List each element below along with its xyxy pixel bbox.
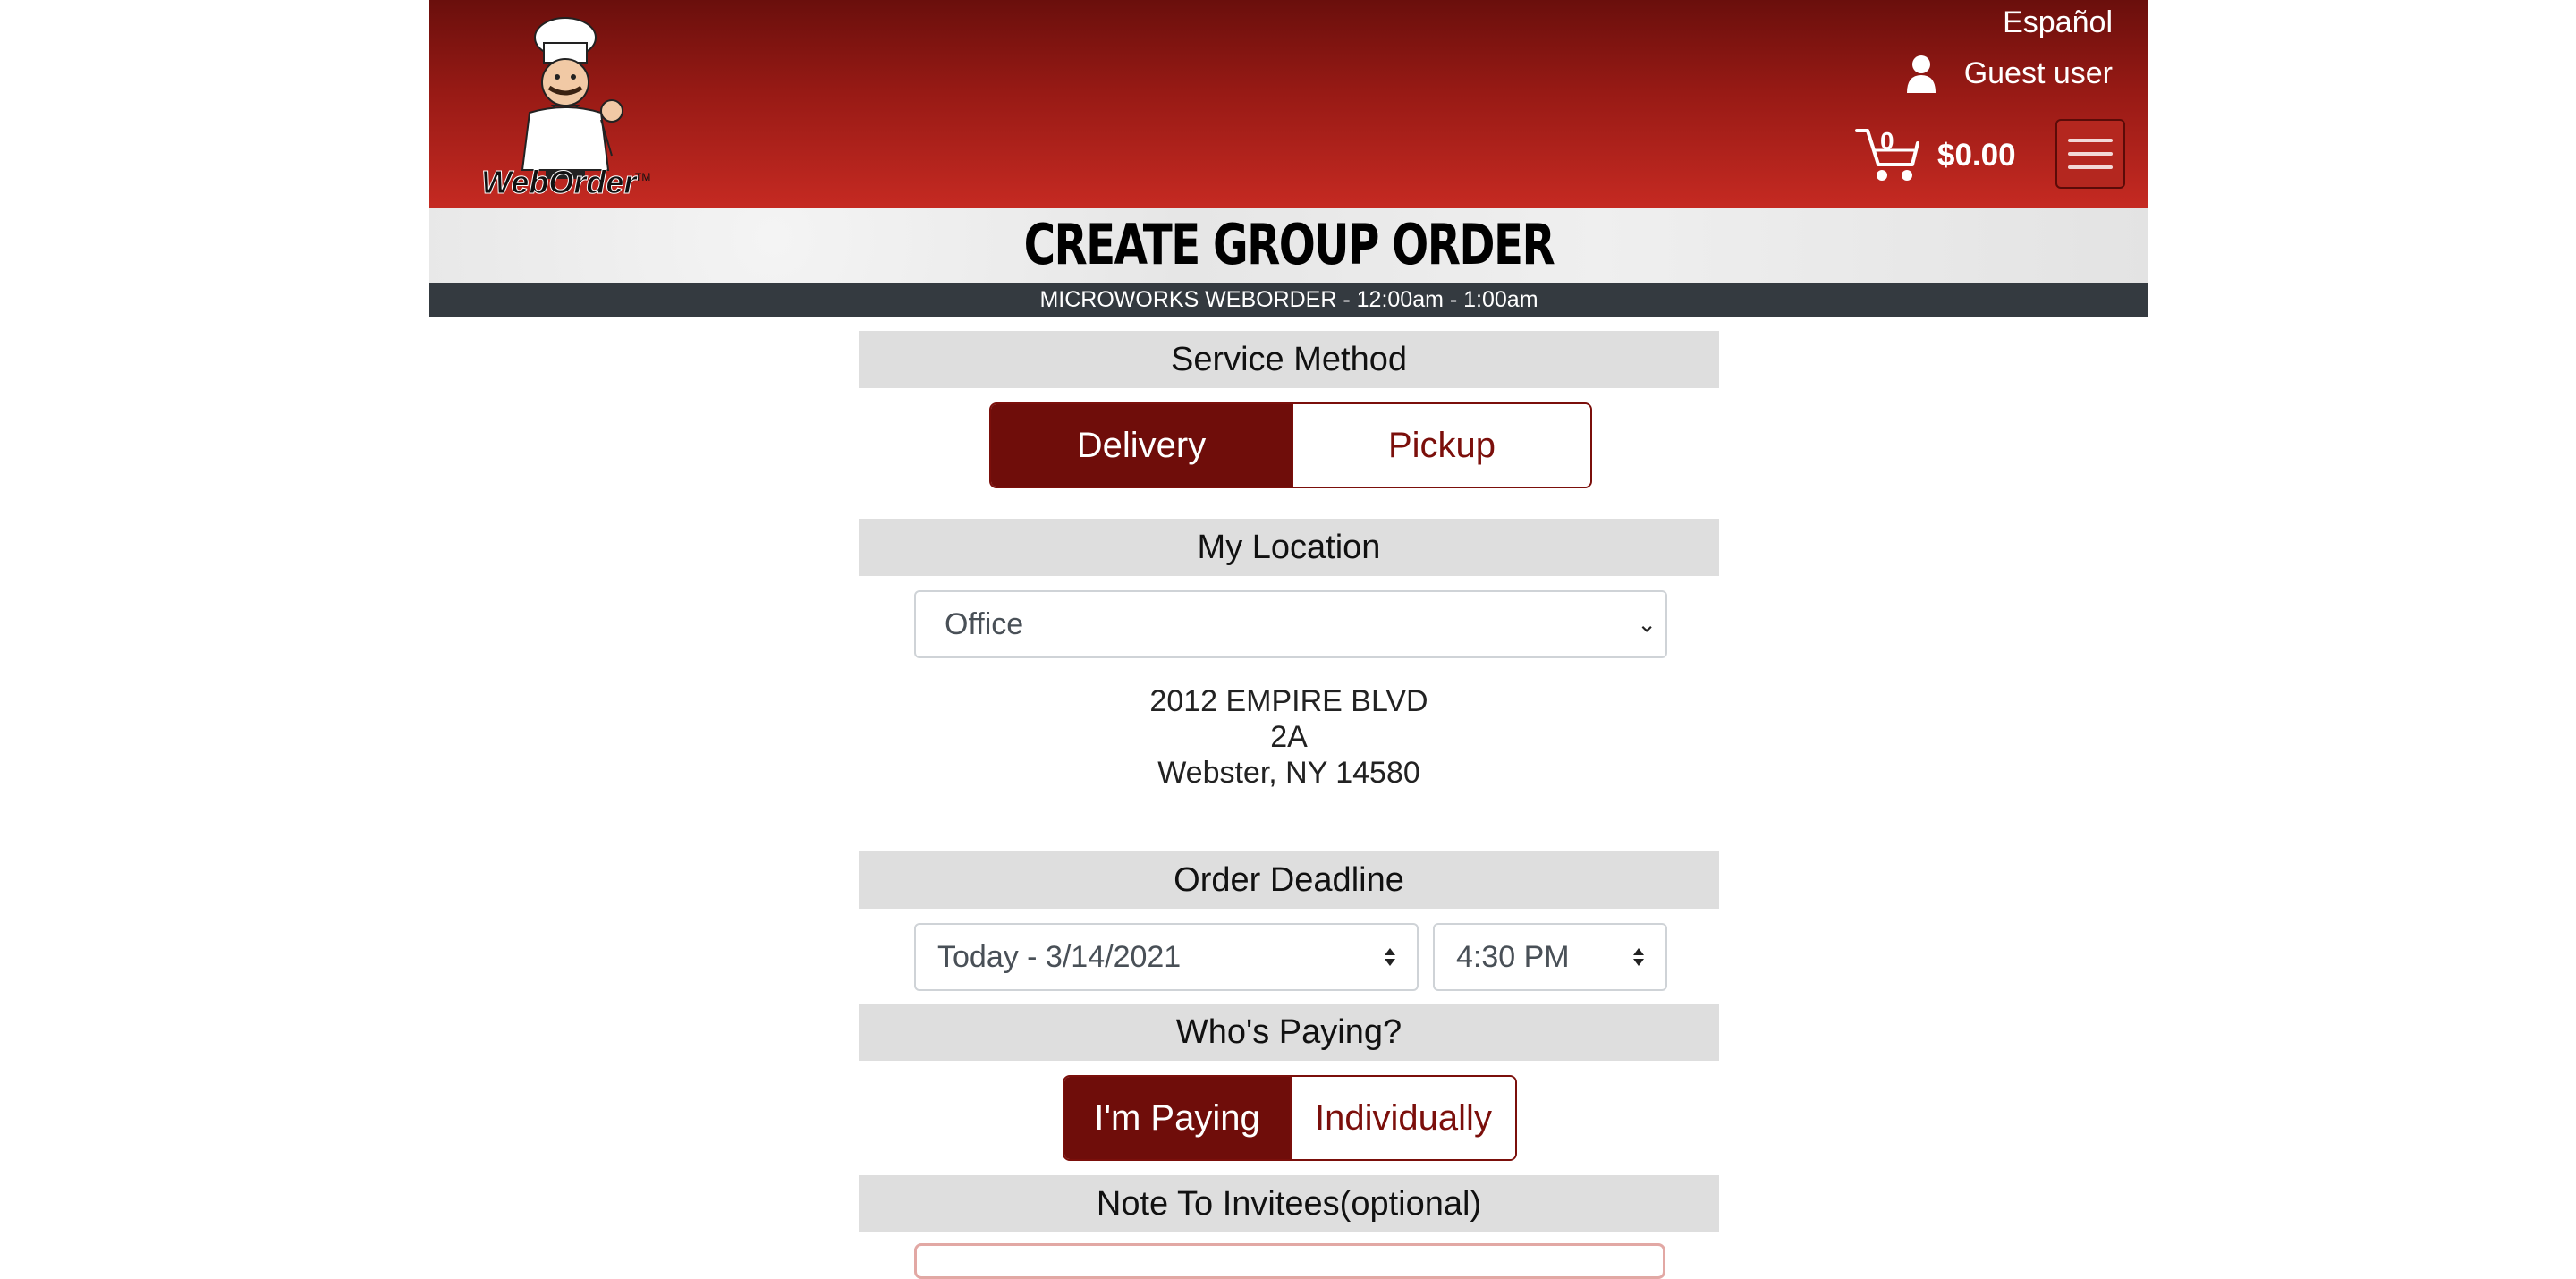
cart-total[interactable]: $0.00 bbox=[1937, 138, 2016, 174]
site-header: WebOrder TM Español Guest user 0 $0.00 bbox=[429, 0, 2148, 208]
language-link[interactable]: Español bbox=[2003, 5, 2113, 40]
deadline-date-value: Today - 3/14/2021 bbox=[937, 939, 1182, 974]
address-line: Webster, NY 14580 bbox=[1157, 756, 1420, 790]
cart-count: 0 bbox=[1880, 127, 1894, 155]
im-paying-button[interactable]: I'm Paying bbox=[1064, 1077, 1290, 1159]
my-location-heading: My Location bbox=[859, 519, 1719, 576]
whos-paying-heading: Who's Paying? bbox=[859, 1004, 1719, 1061]
pickup-button[interactable]: Pickup bbox=[1291, 404, 1590, 487]
note-heading: Note To Invitees(optional) bbox=[859, 1175, 1719, 1232]
menu-bar-icon bbox=[2068, 139, 2113, 142]
location-select[interactable]: Office ⌄ bbox=[914, 590, 1667, 658]
chevron-down-icon: ⌄ bbox=[1637, 610, 1657, 638]
page-title: CREATE GROUP ORDER bbox=[1023, 212, 1555, 277]
address-line: 2012 EMPIRE BLVD bbox=[1149, 684, 1428, 718]
svg-text:TM: TM bbox=[635, 171, 650, 183]
location-select-value: Office bbox=[945, 606, 1024, 641]
delivery-address: 2012 EMPIRE BLVD 2A Webster, NY 14580 bbox=[859, 683, 1719, 791]
delivery-button[interactable]: Delivery bbox=[991, 404, 1292, 487]
title-band: CREATE GROUP ORDER bbox=[429, 208, 2148, 283]
payment-toggle: I'm Paying Individually bbox=[1063, 1075, 1517, 1161]
order-deadline-heading: Order Deadline bbox=[859, 851, 1719, 909]
sort-arrows-icon bbox=[1633, 948, 1644, 966]
hamburger-menu-button[interactable] bbox=[2055, 119, 2125, 189]
deadline-time-value: 4:30 PM bbox=[1456, 939, 1570, 974]
deadline-date-select[interactable]: Today - 3/14/2021 bbox=[914, 923, 1419, 991]
service-method-heading: Service Method bbox=[859, 331, 1719, 388]
store-hours: MICROWORKS WEBORDER - 12:00am - 1:00am bbox=[429, 283, 2148, 317]
user-account[interactable]: Guest user bbox=[1905, 54, 2113, 93]
menu-bar-icon bbox=[2068, 165, 2113, 169]
address-line: 2A bbox=[1270, 720, 1308, 754]
user-label: Guest user bbox=[1963, 55, 2113, 90]
individually-button[interactable]: Individually bbox=[1289, 1077, 1515, 1159]
user-icon bbox=[1906, 55, 1936, 93]
weborder-logo[interactable]: WebOrder TM bbox=[478, 13, 653, 197]
svg-text:WebOrder: WebOrder bbox=[481, 164, 638, 197]
page-container: WebOrder TM Español Guest user 0 $0.00 C… bbox=[429, 0, 2148, 1279]
deadline-time-select[interactable]: 4:30 PM bbox=[1433, 923, 1667, 991]
service-method-toggle: Delivery Pickup bbox=[989, 402, 1592, 488]
sort-arrows-icon bbox=[1385, 948, 1395, 966]
note-textarea[interactable] bbox=[914, 1243, 1665, 1279]
menu-bar-icon bbox=[2068, 152, 2113, 156]
